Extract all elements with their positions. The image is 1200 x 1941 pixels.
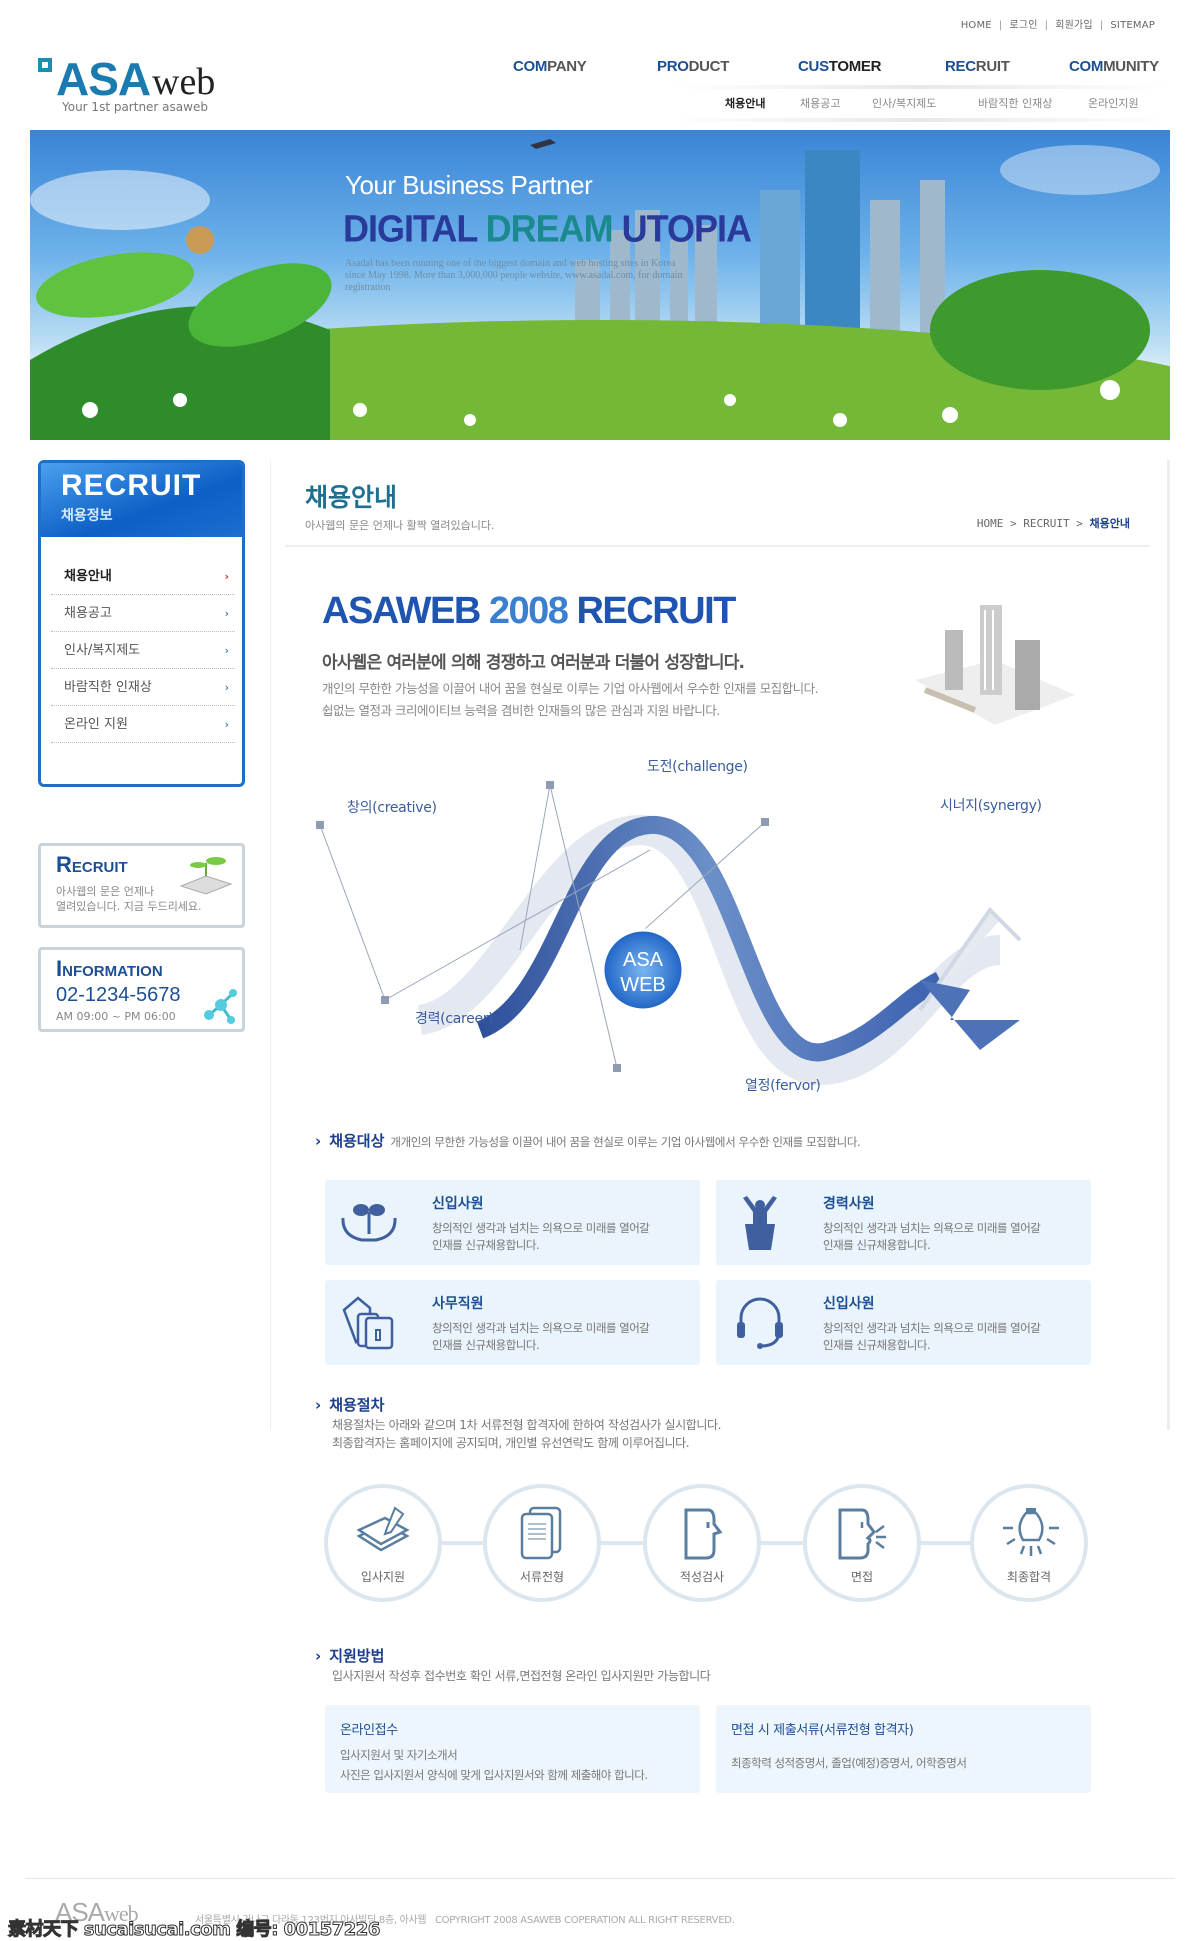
sidebar-item-ideal-talent[interactable]: 바람직한 인재상 ›: [51, 669, 235, 706]
label-creative: 창의(creative): [347, 800, 437, 816]
sitemap-link[interactable]: SITEMAP: [1110, 20, 1155, 31]
chevron-right-icon: ›: [224, 644, 229, 657]
sprout-hands-icon: [341, 1204, 397, 1242]
speaking-head-icon: [838, 1508, 886, 1560]
subnav-item[interactable]: 인사/복지제도: [872, 95, 936, 111]
headset-icon: [737, 1297, 783, 1349]
subnav-item[interactable]: 온라인지원: [1088, 95, 1139, 111]
recruit-headline: ASAWEB 2008 RECRUIT: [322, 590, 736, 632]
label-career: 경력(career): [415, 1011, 494, 1027]
sidebar-menu: RECRUIT 채용정보 채용안내 › 채용공고 › 인사/복지제도 › 바람직한 인…: [38, 460, 245, 787]
sidebar-title: RECRUIT: [61, 469, 202, 502]
subnav-item[interactable]: 채용공고: [800, 95, 840, 111]
recruit-promo-box[interactable]: Recruit 아사웹의 문은 언제나 열려있습니다. 지금 두드리세요.: [38, 843, 245, 928]
apply-description: 입사지원서 작성후 접수번호 확인 서류,면접전형 온라인 입사지원만 가능합니…: [332, 1669, 711, 1683]
login-link[interactable]: 로그인: [1009, 20, 1037, 31]
connector: [760, 1541, 805, 1545]
phone-number: 02-1234-5678: [56, 984, 181, 1006]
promo-title: Recruit: [56, 852, 128, 877]
chevron-right-icon: ›: [224, 570, 229, 583]
signup-link[interactable]: 회원가입: [1055, 20, 1093, 31]
office-hours: AM 09:00 ~ PM 06:00: [56, 1010, 176, 1023]
chevron-right-icon: ›: [224, 718, 229, 731]
lightbulb-icon: [1003, 1508, 1059, 1556]
connector: [600, 1541, 645, 1545]
nav-divider: [670, 85, 1170, 89]
info-box: Information 02-1234-5678 AM 09:00 ~ PM 0…: [38, 947, 245, 1032]
home-link[interactable]: HOME: [961, 20, 992, 31]
logo-mark-icon: [38, 58, 52, 72]
step-aptitude-test: 적성검사: [643, 1484, 761, 1602]
chevron-right-icon: ›: [224, 607, 229, 620]
molecule-icon: [204, 989, 237, 1024]
sidebar-item-job-postings[interactable]: 채용공고 ›: [51, 595, 235, 632]
hero-banner: Your Business Partner DIGITAL DREAM UTOP…: [30, 130, 1170, 440]
target-card: 사무직원 창의적인 생각과 넘치는 의욕으로 미래를 열어갈 인재를 신규채용합니다…: [325, 1280, 700, 1365]
sidebar-item-hr-welfare[interactable]: 인사/복지제도 ›: [51, 632, 235, 669]
banner-tagline: Your Business Partner: [345, 170, 593, 200]
label-fervor: 열정(fervor): [745, 1078, 821, 1094]
breadcrumb: HOME > RECRUIT > 채용안내: [976, 517, 1130, 530]
nav-recruit[interactable]: RECRUIT: [945, 58, 1010, 75]
person-podium-icon: [743, 1196, 777, 1250]
banner-headline: DIGITAL DREAM UTOPIA: [343, 206, 752, 250]
subnav-item[interactable]: 채용안내: [725, 95, 765, 111]
chevron-right-icon: ›: [315, 1132, 322, 1150]
application-form-icon: [356, 1506, 410, 1552]
intro-paragraph: 개인의 무한한 가능성을 이끌어 내어 꿈을 현실로 이루는 기업 아사웹에서 …: [322, 681, 819, 718]
badge-text-1: ASA: [623, 949, 664, 971]
step-interview: 면접: [803, 1484, 921, 1602]
nav-community[interactable]: COMMUNITY: [1069, 58, 1159, 75]
banner-body: Asadal has been running one of the bigge…: [345, 258, 683, 293]
breadcrumb-recruit[interactable]: RECRUIT: [1023, 517, 1069, 530]
badge-text-2: WEB: [620, 974, 666, 996]
section-heading-process: › 채용절차: [315, 1396, 385, 1414]
label-challenge: 도전(challenge): [647, 759, 748, 775]
step-apply: 입사지원: [324, 1484, 442, 1602]
documents-icon: [520, 1506, 562, 1560]
nav-customer[interactable]: CUSTOMER: [798, 58, 881, 75]
logo-text-web: web: [152, 61, 216, 103]
target-card: 신입사원 창의적인 생각과 넘치는 의욕으로 미래를 열어갈 인재를 신규채용합니다…: [716, 1280, 1091, 1365]
label-synergy: 시너지(synergy): [940, 798, 1042, 814]
book-sprout-icon: [179, 857, 233, 895]
section-heading-targets: › 채용대상 개개인의 무한한 가능성을 이끌어 내어 꿈을 현실로 이루는 기업 …: [315, 1132, 861, 1150]
chevron-right-icon: ›: [315, 1396, 322, 1414]
page-subtitle: 아사웹의 문은 언제나 활짝 열려있습니다.: [305, 519, 495, 532]
breadcrumb-home[interactable]: HOME: [977, 517, 1004, 530]
target-card: 신입사원 창의적인 생각과 넘치는 의욕으로 미래를 열어갈 인재를 신규채용합니다…: [325, 1180, 700, 1265]
step-final-pass: 최종합격: [970, 1484, 1088, 1602]
step-document-screening: 서류전형: [483, 1484, 601, 1602]
footer-divider: [25, 1878, 1175, 1879]
nav-company[interactable]: COMPANY: [513, 58, 587, 75]
subnav-item[interactable]: 바람직한 인재상: [978, 95, 1052, 111]
page-title: 채용안내: [305, 483, 398, 512]
process-description: 채용절차는 아래와 같으며 1차 서류전형 합격자에 한하여 작성검사가 실시합…: [332, 1418, 722, 1450]
head-profile-icon: [684, 1508, 723, 1560]
chevron-right-icon: ›: [224, 681, 229, 694]
sidebar-subtitle: 채용정보: [61, 508, 113, 524]
logo-text: ASA: [56, 53, 151, 105]
section-heading-apply: › 지원방법: [315, 1647, 385, 1665]
apply-card-documents: 면접 시 제출서류(서류전형 합격자) 최종학력 성적증명서, 졸업(예정)증명서…: [716, 1705, 1091, 1793]
target-card: 경력사원 창의적인 생각과 넘치는 의욕으로 미래를 열어갈 인재를 신규채용합니다…: [716, 1180, 1091, 1265]
info-title: Information: [56, 956, 163, 981]
sidebar-item-recruit-info[interactable]: 채용안내 ›: [51, 558, 235, 595]
nav-product[interactable]: PRODUCT: [657, 58, 729, 75]
logo-tagline: Your 1st partner asaweb: [62, 100, 208, 114]
apply-card-online: 온라인접수 입사지원서 및 자기소개서 사진은 입사지원서 양식에 맞게 입사지원서…: [325, 1705, 700, 1793]
subnav-divider: [670, 118, 1170, 122]
connector: [920, 1541, 972, 1545]
sidebar-item-online-apply[interactable]: 온라인 지원 ›: [51, 706, 235, 743]
chevron-right-icon: ›: [315, 1647, 322, 1665]
divider: [285, 545, 1150, 547]
buildings-illustration: [915, 605, 1075, 725]
breadcrumb-current: 채용안내: [1089, 517, 1130, 530]
connector: [440, 1541, 485, 1545]
sidebar-header: RECRUIT 채용정보: [41, 463, 242, 537]
intro-lead: 아사웹은 여러분에 의해 경쟁하고 여러분과 더불어 성장합니다.: [322, 653, 745, 673]
utility-links: HOME | 로그인 | 회원가입 | SITEMAP: [960, 20, 1155, 31]
folders-icon: [342, 1296, 394, 1350]
watermark: 素材天下 sucaisucai.com 编号: 00157226: [8, 1919, 381, 1941]
